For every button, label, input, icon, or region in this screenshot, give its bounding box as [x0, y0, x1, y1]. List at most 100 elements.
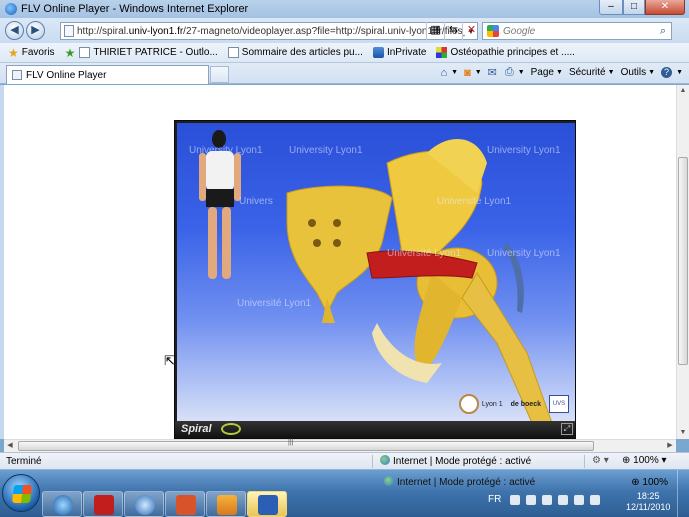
taskbar-quicktime-button[interactable]: [124, 491, 164, 517]
lyon1-seal-icon: [458, 394, 479, 414]
watermark: University Lyon1: [487, 248, 561, 259]
mail-icon: ✉: [487, 67, 497, 79]
refresh-icon[interactable]: ⇆: [444, 22, 462, 40]
favorites-button[interactable]: Favoris: [22, 47, 55, 58]
tab-flv-player[interactable]: FLV Online Player: [6, 65, 209, 84]
minimize-button[interactable]: –: [599, 0, 623, 15]
home-button[interactable]: ⌂ ▼: [440, 67, 458, 79]
globe-icon: [384, 476, 394, 486]
tab-row: FLV Online Player ⌂ ▼ ◙ ▼ ✉ ⎙ ▼ Page ▼ Sécur…: [0, 63, 689, 84]
taskbar-ie-status: Internet | Mode protégé : activé ⊕ 100%: [384, 476, 668, 488]
help-menu[interactable]: ? ▼: [661, 67, 683, 78]
scroll-left-icon[interactable]: ◀: [4, 440, 16, 452]
watermark: Université Lyon1: [387, 248, 462, 259]
search-icon[interactable]: ⌕: [655, 25, 671, 38]
security-zone[interactable]: Internet | Mode protégé : activé: [380, 455, 531, 467]
home-icon: ⌂: [440, 66, 448, 79]
command-bar: ⌂ ▼ ◙ ▼ ✉ ⎙ ▼ Page ▼ Sécurité ▼ Outils ▼ ? ▼: [434, 66, 683, 79]
windows-logo-icon: [12, 485, 32, 503]
quicktime-icon: [135, 495, 155, 515]
fullscreen-icon[interactable]: ⤢: [561, 423, 573, 435]
watermark: Université Lyon1: [437, 196, 512, 207]
address-bar[interactable]: http://spiral.univ-lyon1.fr/27-magneto/v…: [60, 22, 478, 40]
zoom-control[interactable]: ⊕ 100% ▾: [622, 455, 667, 466]
taskbar-word-button[interactable]: [247, 491, 287, 517]
flv-video-player[interactable]: University Lyon1 University Lyon1 Univer…: [174, 120, 576, 439]
print-button[interactable]: ⎙ ▼: [505, 66, 525, 79]
stop-icon[interactable]: ✕: [462, 22, 480, 40]
acrobat-icon: [94, 495, 114, 515]
tray-network-icon[interactable]: [526, 494, 537, 505]
security-menu[interactable]: Sécurité ▼: [569, 67, 615, 78]
tray-volume-icon[interactable]: [590, 494, 601, 505]
osteo-icon: [436, 47, 448, 58]
show-desktop-button[interactable]: [677, 470, 689, 517]
window-title: FLV Online Player - Windows Internet Exp…: [21, 3, 249, 15]
taskbar-acrobat-button[interactable]: [83, 491, 123, 517]
system-clock[interactable]: 18:25 12/11/2010: [626, 491, 670, 513]
rss-icon: ◙: [464, 66, 471, 79]
language-indicator[interactable]: FR: [488, 494, 501, 505]
tray-app-icon[interactable]: [542, 494, 553, 505]
new-tab-button[interactable]: [210, 66, 229, 83]
back-button[interactable]: ◀: [5, 21, 24, 40]
horizontal-scrollbar[interactable]: ◀ ||| ▶: [4, 439, 676, 452]
mail-button[interactable]: ✉: [488, 66, 499, 79]
search-input[interactable]: Google: [503, 26, 655, 37]
media-player-icon: [217, 495, 237, 515]
address-tools: ▦ ⇆ ✕: [426, 22, 480, 40]
search-box[interactable]: Google ⌕: [482, 22, 672, 40]
watermark: University Lyon1: [189, 145, 263, 156]
title-bar: FLV Online Player - Windows Internet Exp…: [0, 0, 689, 18]
publisher-logos: Lyon 1 de boeck UVS: [458, 391, 569, 417]
favorites-bar: ★ Favoris ★ THIRIET PATRICE - Outlo... S…: [0, 43, 689, 63]
help-icon: ?: [661, 67, 673, 78]
tray-usb-icon[interactable]: [510, 494, 521, 505]
tray-flag-icon[interactable]: [558, 494, 569, 505]
favorite-item-thiriet[interactable]: THIRIET PATRICE - Outlo...: [79, 47, 218, 58]
maximize-button[interactable]: □: [623, 0, 645, 15]
taskbar-media-player-button[interactable]: [206, 491, 246, 517]
taskbar-presentation-button[interactable]: [165, 491, 205, 517]
watermark: Université Lyon1: [237, 298, 312, 309]
status-tools-icon[interactable]: ⚙ ▾: [592, 455, 609, 466]
scroll-right-icon[interactable]: ▶: [664, 440, 676, 452]
favorite-label: THIRIET PATRICE - Outlo...: [93, 47, 218, 58]
player-control-bar: Spiral ⤢: [175, 421, 575, 438]
watermark: Univers: [239, 196, 273, 207]
forward-arrow-icon: ▶: [31, 24, 40, 36]
vertical-scroll-thumb[interactable]: [678, 157, 688, 365]
page-icon: [12, 70, 22, 80]
ie-icon: [53, 495, 73, 515]
forward-button[interactable]: ▶: [26, 21, 45, 40]
taskbar-ie-button[interactable]: [42, 491, 82, 517]
windows-taskbar: Internet | Mode protégé : activé ⊕ 100% F…: [0, 469, 689, 517]
favorite-item-sommaire[interactable]: Sommaire des articles pu...: [227, 47, 363, 58]
add-favorite-icon[interactable]: ★: [65, 46, 76, 60]
word-icon: [258, 495, 278, 515]
page-icon: [79, 47, 91, 58]
video-frame[interactable]: University Lyon1 University Lyon1 Univer…: [177, 123, 575, 423]
clock-time: 18:25: [636, 491, 660, 501]
tray-monitor-icon[interactable]: [574, 494, 585, 505]
vertical-scrollbar[interactable]: ▲ ▼: [676, 85, 689, 439]
page-menu[interactable]: Page ▼: [531, 67, 563, 78]
favorite-item-inprivate[interactable]: InPrivate: [372, 47, 426, 58]
print-icon: ⎙: [504, 66, 514, 78]
url-text[interactable]: http://spiral.univ-lyon1.fr/27-magneto/v…: [77, 26, 465, 37]
tools-menu[interactable]: Outils ▼: [621, 67, 656, 78]
start-button[interactable]: [2, 474, 40, 512]
horizontal-scroll-thumb[interactable]: [18, 441, 594, 451]
scroll-up-icon[interactable]: ▲: [677, 85, 689, 97]
favorite-label: Ostéopathie principes et .....: [450, 47, 575, 58]
favorite-item-osteo[interactable]: Ostéopathie principes et .....: [436, 47, 575, 58]
page-icon: [64, 25, 74, 37]
compatibility-view-icon[interactable]: ▦: [426, 22, 444, 40]
favorites-star-icon: ★: [8, 45, 19, 60]
uvs-logo: UVS: [549, 395, 569, 413]
feeds-button[interactable]: ◙ ▼: [464, 67, 482, 79]
close-button[interactable]: ✕: [645, 0, 685, 15]
watermark: University Lyon1: [487, 145, 561, 156]
scroll-down-icon[interactable]: ▼: [677, 427, 689, 439]
watermark: University Lyon1: [289, 145, 363, 156]
